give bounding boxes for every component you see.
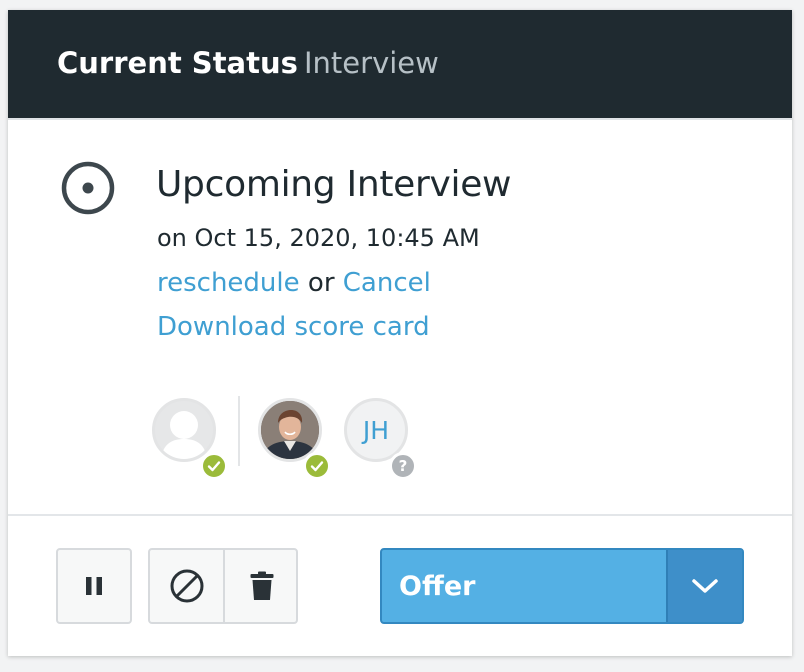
user-silhouette-icon	[161, 411, 207, 459]
trash-icon	[250, 571, 273, 600]
ban-icon	[170, 569, 203, 603]
interviewer-avatar-1[interactable]	[152, 398, 216, 462]
header-title: Current Status	[57, 46, 298, 80]
avatar-initials: JH	[362, 415, 390, 445]
reschedule-link[interactable]: reschedule	[157, 268, 300, 298]
download-score-card-link[interactable]: Download score card	[157, 312, 430, 342]
pause-icon	[86, 577, 102, 595]
unknown-status-icon: ?	[389, 452, 417, 480]
offer-split-button: Offer	[380, 548, 744, 624]
offer-dropdown-toggle[interactable]	[666, 550, 742, 622]
cancel-link[interactable]: Cancel	[343, 268, 431, 298]
interview-date: on Oct 15, 2020, 10:45 AM	[157, 224, 480, 252]
chevron-down-icon	[692, 579, 718, 593]
confirmed-badge-icon	[303, 452, 331, 480]
pause-button[interactable]	[56, 548, 132, 624]
reject-button[interactable]	[150, 550, 223, 622]
or-separator: or	[299, 268, 343, 298]
status-card: Current Status Interview Upcoming Interv…	[8, 10, 792, 656]
radio-target-icon	[60, 160, 116, 216]
unknown-status-glyph: ?	[398, 457, 408, 475]
card-header: Current Status Interview	[8, 10, 792, 118]
status-title: Upcoming Interview	[156, 164, 512, 205]
person-photo-icon	[261, 401, 319, 459]
avatar-group-divider	[238, 396, 240, 466]
reject-delete-group	[148, 548, 298, 624]
offer-button[interactable]: Offer	[399, 571, 475, 602]
delete-button[interactable]	[225, 550, 298, 622]
footer-divider	[8, 514, 792, 516]
confirmed-badge-icon	[200, 452, 228, 480]
interview-actions: reschedule or Cancel	[157, 268, 431, 298]
header-divider	[8, 118, 792, 120]
header-subtitle: Interview	[304, 46, 439, 80]
